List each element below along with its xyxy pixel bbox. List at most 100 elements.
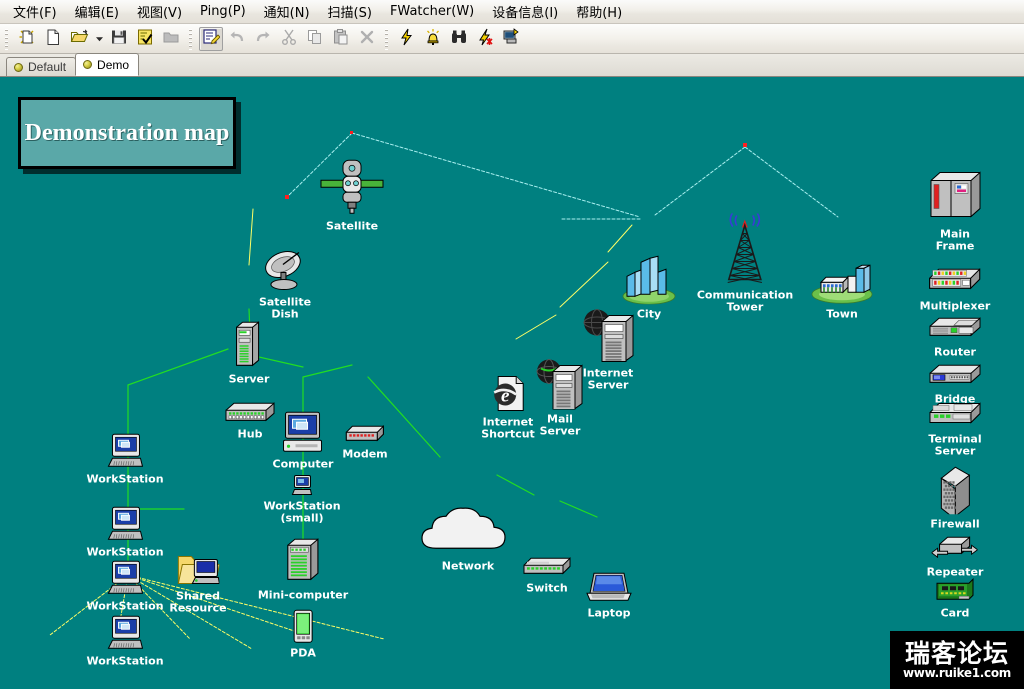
watermark-url-text: www.ruike1.com (903, 666, 1011, 680)
menu-file[interactable]: 文件(F) (4, 0, 66, 24)
menu-scan[interactable]: 扫描(S) (319, 0, 381, 24)
tab-demo[interactable]: Demo (75, 53, 140, 76)
folder-icon (162, 28, 180, 49)
application-window: 文件(F) 编辑(E) 视图(V) Ping(P) 通知(N) 扫描(S) FWatcher… (0, 0, 1024, 689)
node-label: Mini-computer (257, 588, 349, 602)
node-label: Laptop (587, 606, 631, 620)
node-firewall[interactable]: Firewall (930, 464, 980, 530)
node-label: Internet Server (582, 366, 634, 391)
node-mini-computer[interactable]: Mini-computer (258, 537, 348, 601)
node-shared-resource[interactable]: Shared Resource (169, 551, 227, 614)
menu-bar: 文件(F) 编辑(E) 视图(V) Ping(P) 通知(N) 扫描(S) FWatcher… (0, 0, 1024, 24)
open-button[interactable] (67, 27, 91, 51)
lightning-icon (398, 28, 416, 49)
node-label: PDA (290, 646, 316, 660)
node-label: Internet Shortcut (481, 415, 535, 440)
node-mail-server[interactable]: Mail Server (535, 358, 585, 437)
node-city[interactable]: City (621, 254, 677, 320)
menu-edit[interactable]: 编辑(E) (66, 0, 128, 24)
node-repeater[interactable]: Repeater (927, 534, 983, 578)
undo-button[interactable] (225, 27, 249, 51)
toolbar-grip-3[interactable] (383, 27, 391, 50)
node-card[interactable]: Card (935, 577, 975, 619)
node-label: Multiplexer (919, 299, 991, 313)
node-workstation-1[interactable]: WorkStation (86, 433, 164, 485)
copy-button[interactable] (303, 27, 327, 51)
edit-properties-button[interactable] (199, 26, 223, 51)
pda-icon (292, 609, 314, 646)
toolbar-grip-2[interactable] (187, 27, 195, 50)
modem-icon (345, 424, 385, 447)
node-workstation-4[interactable]: WorkStation (86, 615, 164, 667)
toolbar (0, 24, 1024, 54)
tab-label: Default (28, 60, 67, 74)
shared-folder-icon (177, 551, 220, 590)
menu-ping[interactable]: Ping(P) (191, 1, 255, 22)
menu-view[interactable]: 视图(V) (128, 0, 191, 24)
node-main-frame[interactable]: Main Frame (927, 169, 983, 252)
new-document-icon (44, 28, 62, 49)
node-label: Modem (342, 447, 388, 461)
node-hub[interactable]: Hub (224, 400, 276, 440)
laptop-icon (586, 571, 632, 606)
node-label: Shared Resource (169, 589, 227, 614)
node-label: WorkStation (86, 545, 164, 559)
node-network-cloud[interactable]: Network (416, 506, 520, 572)
terminal-button[interactable] (499, 27, 523, 51)
map-title-box: Demonstration map (18, 97, 236, 169)
tab-default[interactable]: Default (6, 57, 77, 76)
node-multiplexer[interactable]: Multiplexer (919, 266, 991, 313)
cut-button[interactable] (277, 27, 301, 51)
node-label: Satellite Dish (258, 295, 312, 320)
node-label: Mail Server (539, 412, 581, 437)
new-document-button[interactable] (41, 27, 65, 51)
menu-notify[interactable]: 通知(N) (255, 0, 319, 24)
menu-help[interactable]: 帮助(H) (567, 0, 631, 24)
menu-device-info[interactable]: 设备信息(I) (483, 0, 567, 24)
node-switch[interactable]: Switch (523, 556, 571, 594)
tab-status-dot-icon (83, 60, 93, 69)
save-button[interactable] (107, 27, 131, 51)
delete-button[interactable] (355, 27, 379, 51)
node-server[interactable]: Server (228, 319, 270, 386)
new-map-button[interactable] (15, 27, 39, 51)
node-workstation-2[interactable]: WorkStation (86, 506, 164, 559)
paste-button[interactable] (329, 27, 353, 51)
node-workstation-3[interactable]: WorkStation (86, 560, 164, 613)
toolbar-grip-1[interactable] (3, 27, 11, 50)
node-computer[interactable]: Computer (273, 410, 333, 470)
node-terminal-server[interactable]: Terminal Server (928, 402, 982, 457)
multiplexer-icon (928, 266, 982, 299)
alert-bell-button[interactable] (421, 27, 445, 51)
node-router[interactable]: Router (928, 316, 982, 358)
bridge-icon (928, 363, 982, 392)
node-internet-shortcut[interactable]: e Internet Shortcut (481, 375, 535, 440)
node-pda[interactable]: PDA (290, 609, 316, 659)
node-satellite[interactable]: Satellite (317, 158, 387, 232)
city-icon (621, 254, 677, 307)
folder-button[interactable] (159, 27, 183, 51)
workstation-icon (106, 560, 144, 599)
menu-fwatcher[interactable]: FWatcher(W) (381, 1, 483, 22)
node-laptop[interactable]: Laptop (586, 571, 632, 619)
ping-sweep-button[interactable] (473, 27, 497, 51)
node-bridge[interactable]: Bridge (928, 363, 982, 405)
open-dropdown-button[interactable] (93, 27, 105, 51)
workstation-icon (106, 615, 144, 654)
cut-icon (280, 28, 298, 49)
redo-button[interactable] (251, 27, 275, 51)
node-satellite-dish[interactable]: Satellite Dish (259, 249, 311, 320)
binoculars-button[interactable] (447, 27, 471, 51)
node-modem[interactable]: Modem (342, 424, 388, 461)
switch-icon (523, 556, 571, 581)
node-workstation-small[interactable]: WorkStation (small) (263, 475, 341, 524)
lightning-button[interactable] (395, 27, 419, 51)
checklist-button[interactable] (133, 27, 157, 51)
node-label: Server (228, 372, 270, 386)
node-internet-server[interactable]: Internet Server (582, 308, 634, 391)
node-communication-tower[interactable]: Communication Tower (697, 212, 793, 313)
node-label: WorkStation (86, 599, 164, 613)
node-town[interactable]: Town (811, 260, 873, 320)
node-label: Card (940, 606, 970, 620)
map-canvas[interactable]: Demonstration map Network Satellite Sate… (0, 77, 1024, 689)
